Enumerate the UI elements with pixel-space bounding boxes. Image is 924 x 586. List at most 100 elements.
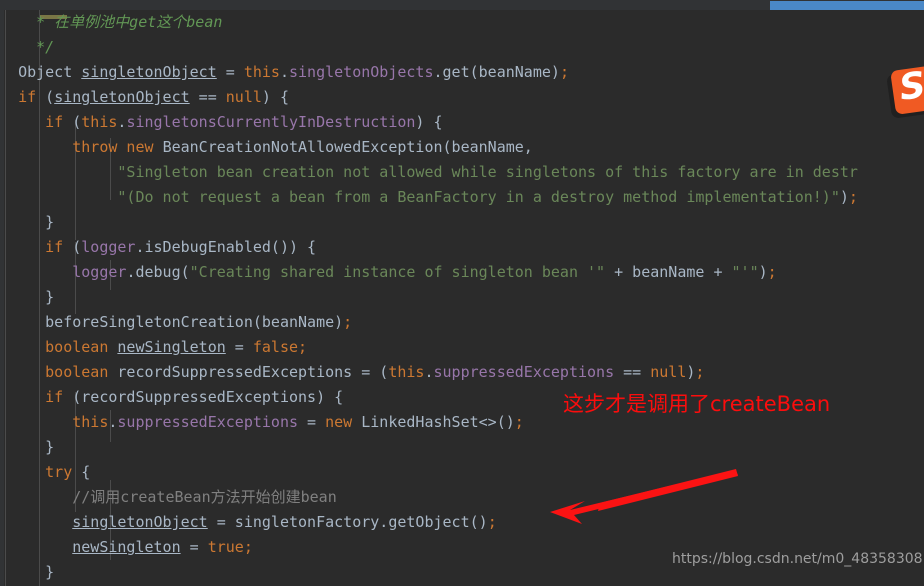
code-line[interactable]: singletonObject = singletonFactory.getOb… [0,510,924,535]
code-token: ( [63,238,82,256]
code-line[interactable]: //调用createBean方法开始创建bean [0,485,924,510]
code-token: "Creating shared instance of singleton b… [189,263,606,281]
code-token: } [45,563,55,581]
code-token: .debug( [126,263,190,281]
code-line[interactable]: } [0,210,924,235]
code-token: * 在单例池中get这个bean [36,13,223,31]
code-token: .isDebugEnabled()) { [135,238,317,256]
code-line[interactable]: beforeSingletonCreation(beanName); [0,310,924,335]
code-token: == [614,363,651,381]
code-editor[interactable]: * 在单例池中get这个bean */ Object singletonObje… [0,10,924,586]
code-line[interactable]: } [0,435,924,460]
watermark-url: https://blog.csdn.net/m0_48358308 [672,551,923,567]
code-token: logger [81,238,136,256]
code-token: this [81,113,118,131]
code-line[interactable]: if (logger.isDebugEnabled()) { [0,235,924,260]
code-token: ; [343,313,353,331]
code-token: { [72,463,91,481]
code-line[interactable]: "(Do not request a bean from a BeanFacto… [0,185,924,210]
code-token: null [650,363,687,381]
code-line[interactable]: if (singletonObject == null) { [0,85,924,110]
code-token: suppressedExceptions [433,363,615,381]
code-token: . [279,63,289,81]
code-line[interactable]: throw new BeanCreationNotAllowedExceptio… [0,135,924,160]
code-token: = singletonFactory.getObject() [207,513,488,531]
code-token: beanName [632,263,705,281]
code-token: } [45,213,55,231]
code-token: Object [18,63,82,81]
code-token: logger [72,263,127,281]
code-token: false [252,338,299,356]
code-token: singletonObject [72,513,208,531]
code-token: try [45,463,73,481]
code-token: */ [36,38,55,56]
code-token: ( [36,88,55,106]
code-token: if [45,113,64,131]
code-line[interactable]: Object singletonObject = this.singletonO… [0,60,924,85]
code-token: ( [63,113,82,131]
code-token: (recordSuppressedExceptions) { [63,388,344,406]
code-token: this [243,63,280,81]
code-token: } [45,438,55,456]
code-token: LinkedHashSet<>() [361,413,515,431]
code-token: ; [767,263,777,281]
code-token: newSingleton [117,338,226,356]
code-token: if [45,238,64,256]
code-line[interactable]: if (this.singletonsCurrentlyInDestructio… [0,110,924,135]
code-token: = [298,413,326,431]
code-token: BeanCreationNotAllowedException(beanName… [162,138,533,156]
code-token: //调用createBean方法开始创建bean [72,488,337,506]
code-line[interactable]: try { [0,460,924,485]
scrollbar-thumb[interactable] [770,1,924,10]
ime-badge-glyph: S [896,65,924,109]
code-token: . [424,363,434,381]
code-line[interactable]: logger.debug("Creating shared instance o… [0,260,924,285]
code-token: ) [758,263,768,281]
code-token: ; [514,413,524,431]
code-token: + [704,263,732,281]
horizontal-scrollbar[interactable] [0,0,924,10]
code-token: ; [695,363,705,381]
code-token: beforeSingletonCreation(beanName) [45,313,344,331]
code-token: ) { [415,113,443,131]
code-token: singletonObject [81,63,217,81]
code-line[interactable]: */ [0,35,924,60]
code-token: this [388,363,425,381]
code-token: "Singleton bean creation not allowed whi… [117,163,858,181]
code-token: "(Do not request a bean from a BeanFacto… [117,188,840,206]
code-token: newSingleton [72,538,181,556]
code-token: = [180,538,208,556]
sogou-ime-icon[interactable]: S [890,65,924,115]
code-line[interactable]: "Singleton bean creation not allowed whi… [0,160,924,185]
code-line[interactable]: } [0,285,924,310]
code-token: new [325,413,362,431]
code-token: ; [848,188,858,206]
code-token: true [207,538,244,556]
code-token: recordSuppressedExceptions = ( [117,363,389,381]
code-token: ; [298,338,308,356]
code-line[interactable]: boolean recordSuppressedExceptions = (th… [0,360,924,385]
code-token: ; [243,538,253,556]
code-line[interactable]: * 在单例池中get这个bean [0,10,924,35]
code-lines[interactable]: * 在单例池中get这个bean */ Object singletonObje… [0,10,924,585]
code-line[interactable]: boolean newSingleton = false; [0,335,924,360]
